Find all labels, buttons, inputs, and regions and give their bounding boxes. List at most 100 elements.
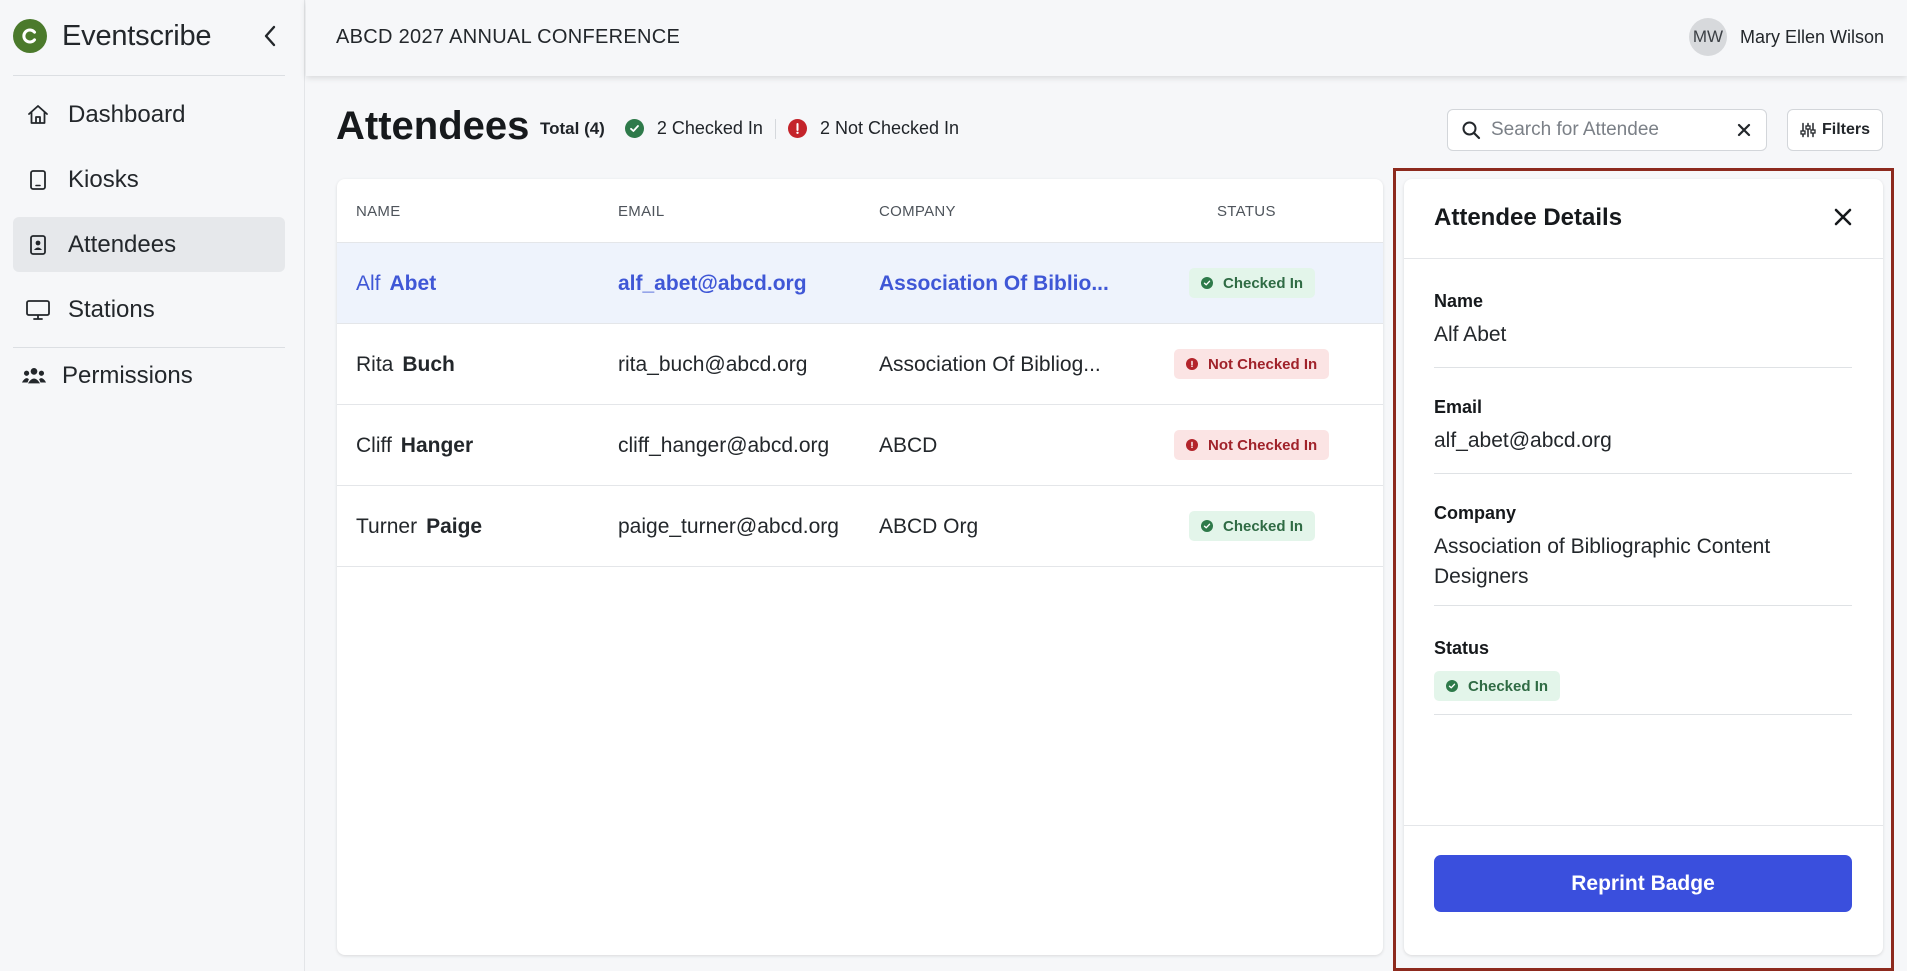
first-name: Cliff (356, 434, 392, 457)
field-label: Company (1434, 503, 1517, 523)
top-bar: ABCD 2027 ANNUAL CONFERENCE MW Mary Elle… (306, 0, 1907, 76)
last-name: Buch (402, 353, 455, 376)
status-text: Not Checked In (1208, 355, 1318, 373)
attendee-company: Association Of Biblio... (879, 272, 1109, 295)
sidebar-item-attendees[interactable]: Attendees (13, 217, 285, 272)
detail-field-company: Company Association of Bibliographic Con… (1434, 503, 1852, 606)
sidebar-item-stations[interactable]: Stations (13, 282, 285, 337)
attendee-email: rita_buch@abcd.org (618, 353, 808, 376)
brand[interactable]: Eventscribe (13, 19, 212, 53)
attendee-email: alf_abet@abcd.org (618, 272, 807, 295)
users-icon (21, 363, 47, 389)
filters-label: Filters (1821, 121, 1870, 138)
attendee-company: ABCD Org (879, 515, 979, 538)
field-label: Status (1434, 638, 1490, 658)
column-header-email[interactable]: EMAIL (618, 203, 665, 220)
clear-search-button[interactable] (1734, 120, 1754, 145)
attendee-email: paige_turner@abcd.org (618, 515, 839, 538)
alert-circle-icon (787, 119, 807, 138)
search-box[interactable] (1447, 109, 1767, 151)
sidebar-divider (13, 75, 285, 76)
attendee-name: Cliff Hanger (356, 434, 473, 458)
detail-field-email: Email alf_abet@abcd.org (1434, 397, 1852, 474)
badge-icon (25, 232, 51, 258)
close-details-button[interactable] (1831, 205, 1855, 234)
detail-field-status: Status Checked In (1434, 638, 1852, 715)
sidebar-item-label: Attendees (68, 230, 177, 258)
details-header: Attendee Details (1404, 179, 1883, 259)
table-row[interactable]: Rita Buch rita_buch@abcd.org Association … (337, 324, 1383, 405)
last-name: Paige (426, 515, 483, 538)
collapse-sidebar-button[interactable] (256, 22, 284, 50)
event-title: ABCD 2027 ANNUAL CONFERENCE (336, 26, 681, 48)
attendee-company: Association Of Bibliog... (879, 353, 1101, 376)
field-label: Name (1434, 291, 1484, 311)
user-name: Mary Ellen Wilson (1739, 26, 1884, 47)
search-input[interactable] (1491, 119, 1731, 141)
home-icon (25, 102, 51, 128)
sidebar-item-label: Dashboard (68, 100, 186, 128)
status-badge: Not Checked In (1174, 430, 1330, 460)
sidebar-item-label: Stations (68, 295, 155, 323)
field-value: Association of Bibliographic Content Des… (1434, 535, 1771, 588)
status-text: Checked In (1468, 677, 1549, 695)
reprint-badge-button[interactable]: Reprint Badge (1434, 855, 1852, 912)
status-text: Checked In (1223, 517, 1304, 535)
check-circle-icon (1201, 277, 1213, 289)
sidebar-item-label: Permissions (62, 361, 193, 389)
table-row[interactable]: Turner Paige paige_turner@abcd.org ABCD O… (337, 486, 1383, 567)
first-name: Turner (356, 515, 418, 538)
last-name: Hanger (400, 434, 474, 457)
details-footer-divider (1404, 825, 1883, 826)
sidebar-item-label: Kiosks (68, 165, 139, 193)
first-name: Rita (356, 353, 394, 376)
status-badge: Checked In (1189, 268, 1316, 298)
sidebar: Eventscribe Dashboard Kiosks Attendees S… (0, 0, 305, 971)
close-icon (1834, 208, 1852, 226)
status-badge: Checked In (1189, 511, 1316, 541)
checked-in-count: 2 Checked In (656, 118, 763, 138)
attendees-table: NAME EMAIL COMPANY STATUS Alf Abet alf_ab… (337, 179, 1383, 955)
details-title: Attendee Details (1434, 204, 1623, 231)
last-name: Abet (389, 272, 437, 295)
filters-button[interactable]: Filters (1787, 109, 1883, 151)
sidebar-item-dashboard[interactable]: Dashboard (13, 87, 285, 142)
brand-logo-icon (13, 19, 47, 53)
alert-circle-icon (1186, 358, 1198, 370)
status-badge: Checked In (1434, 671, 1561, 701)
page-title: Attendees (336, 104, 530, 148)
check-circle-icon (1201, 520, 1213, 532)
total-count: Total (4) (540, 118, 605, 138)
field-label: Email (1434, 397, 1483, 417)
status-badge: Not Checked In (1174, 349, 1330, 379)
status-text: Not Checked In (1208, 436, 1318, 454)
first-name: Alf (356, 272, 381, 295)
chevron-left-icon (264, 25, 276, 47)
attendee-name: Rita Buch (356, 353, 455, 377)
alert-circle-icon (1186, 439, 1198, 451)
table-row[interactable]: Cliff Hanger cliff_hanger@abcd.org ABCD N… (337, 405, 1383, 486)
column-header-company[interactable]: COMPANY (879, 203, 956, 220)
status-text: Checked In (1223, 274, 1304, 292)
summary-divider (774, 118, 776, 139)
field-value: Alf Abet (1434, 323, 1507, 346)
avatar: MW (1688, 18, 1727, 56)
detail-field-name: Name Alf Abet (1434, 291, 1852, 368)
attendee-details-panel: Attendee Details Name Alf Abet Email alf… (1404, 179, 1883, 955)
not-checked-in-count: 2 Not Checked In (819, 118, 960, 138)
attendee-summary: Total (4) 2 Checked In 2 Not Checked In (540, 118, 959, 139)
check-circle-icon (624, 119, 644, 138)
brand-name: Eventscribe (62, 19, 212, 52)
attendee-email: cliff_hanger@abcd.org (618, 434, 830, 457)
monitor-icon (25, 297, 51, 323)
user-menu[interactable]: MW Mary Ellen Wilson (1688, 18, 1884, 56)
field-value: alf_abet@abcd.org (1434, 429, 1612, 452)
column-header-status[interactable]: STATUS (1217, 203, 1276, 220)
attendee-name: Turner Paige (356, 515, 482, 539)
sidebar-item-permissions[interactable]: Permissions (9, 348, 281, 403)
tablet-icon (25, 167, 51, 193)
attendee-company: ABCD (879, 434, 938, 457)
sidebar-item-kiosks[interactable]: Kiosks (13, 152, 285, 207)
table-row[interactable]: Alf Abet alf_abet@abcd.org Association Of… (337, 243, 1383, 324)
column-header-name[interactable]: NAME (356, 203, 401, 220)
